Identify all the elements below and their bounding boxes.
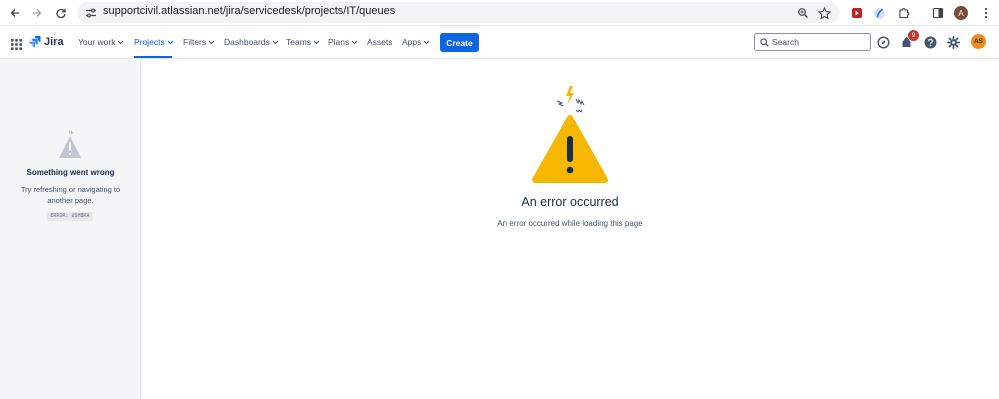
chevron-down-icon: [351, 40, 358, 44]
search-icon: [760, 38, 769, 47]
app-switcher-icon[interactable]: [11, 37, 22, 55]
jira-logo-text: Jira: [44, 35, 64, 48]
error-title: An error occurred: [521, 195, 619, 209]
warning-illustration-icon: [530, 86, 610, 189]
extensions-puzzle-icon[interactable]: [894, 3, 914, 23]
jira-logo-icon: [29, 36, 41, 48]
chevron-down-icon: [118, 40, 124, 44]
search-field[interactable]: [754, 33, 871, 51]
url-text: supportcivil.atlassian.net/jira/serviced…: [103, 5, 396, 17]
create-button[interactable]: Create: [440, 33, 479, 52]
search-input[interactable]: [772, 36, 867, 48]
back-icon[interactable]: [5, 3, 25, 23]
settings-gear-icon[interactable]: [947, 36, 960, 54]
nav-your-work-label: Your work: [78, 37, 116, 47]
chevron-down-icon: [208, 40, 215, 44]
browser-toolbar: supportcivil.atlassian.net/jira/serviced…: [0, 0, 999, 26]
reload-icon[interactable]: [51, 3, 71, 23]
nav-dashboards[interactable]: Dashboards: [224, 37, 279, 47]
zoom-icon[interactable]: [793, 3, 813, 23]
error-code-badge: ERROR: USHBRA: [47, 212, 93, 221]
chevron-down-icon: [272, 40, 279, 44]
chevron-down-icon: [424, 40, 430, 44]
jira-logo[interactable]: Jira: [29, 35, 64, 48]
nav-your-work[interactable]: Your work: [78, 37, 124, 47]
profile-initial: A: [954, 6, 968, 20]
nav-plans[interactable]: Plans: [328, 37, 358, 47]
nav-plans-label: Plans: [328, 37, 350, 47]
nav-projects[interactable]: Projects: [134, 37, 174, 47]
sidebar-error-panel: Something went wrong Try refreshing or n…: [0, 60, 141, 399]
nav-assets-label: Assets: [367, 37, 393, 47]
user-avatar[interactable]: AS: [971, 34, 986, 49]
nav-projects-label: Projects: [134, 37, 165, 47]
warning-icon: [58, 130, 82, 165]
forward-icon[interactable]: [27, 3, 47, 23]
error-panel-title: Something went wrong: [26, 168, 115, 177]
address-bar[interactable]: supportcivil.atlassian.net/jira/serviced…: [77, 2, 840, 23]
nav-apps[interactable]: Apps: [402, 37, 430, 47]
more-menu-icon[interactable]: [976, 3, 996, 23]
nav-teams-label: Teams: [286, 37, 312, 47]
extension-red-icon[interactable]: [847, 3, 867, 23]
bookmark-star-icon[interactable]: [814, 3, 834, 23]
chevron-down-icon: [313, 40, 320, 44]
error-panel-description: Try refreshing or navigating to another …: [20, 185, 121, 205]
extension-blue-icon[interactable]: [869, 3, 889, 23]
help-icon[interactable]: [924, 36, 937, 54]
nav-dashboards-label: Dashboards: [224, 37, 270, 47]
nav-apps-label: Apps: [402, 37, 422, 47]
nav-teams[interactable]: Teams: [286, 37, 320, 47]
nav-filters-label: Filters: [183, 37, 207, 47]
chevron-down-icon: [167, 40, 174, 44]
whats-new-icon[interactable]: [877, 36, 890, 54]
nav-filters[interactable]: Filters: [183, 37, 215, 47]
notifications-icon[interactable]: 9: [900, 30, 919, 54]
active-nav-indicator: [134, 56, 172, 58]
notification-count-badge: 9: [908, 30, 919, 41]
side-panel-icon[interactable]: [928, 3, 948, 23]
error-description: An error occurred while loading this pag…: [497, 219, 643, 228]
profile-avatar[interactable]: A: [951, 3, 971, 23]
nav-assets[interactable]: Assets: [367, 37, 393, 47]
jira-top-nav: Jira Your work Projects Filters Dashboar…: [0, 27, 999, 59]
site-settings-icon[interactable]: [85, 6, 97, 24]
